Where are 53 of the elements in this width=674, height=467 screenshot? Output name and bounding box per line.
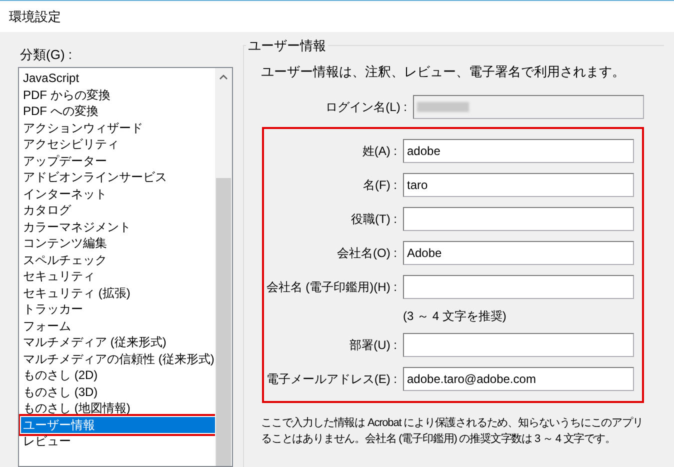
field-value: Adobe [407,245,442,262]
text-field[interactable]: adobe.taro@adobe.com [403,367,634,391]
category-item[interactable]: コンテンツ編集 [21,235,215,252]
field-label: ログイン名(L) : [326,99,407,116]
category-item[interactable]: PDF への変換 [21,103,215,120]
scrollbar[interactable] [215,68,232,466]
category-item[interactable]: スペルチェック [21,252,215,268]
description: ユーザー情報は、注釈、レビュー、電子署名で利用されます。 [261,63,626,80]
field-label: 会社名(O) : [337,245,397,262]
category-item[interactable]: JavaScript [21,70,215,86]
note-text: ここで入力した情報は Acrobat により保護されるため、知らないうちにこのアプリ [261,416,644,431]
text-field[interactable]: adobe [403,139,634,163]
category-item[interactable]: マルチメディアの信頼性 (従来形式) [21,350,215,367]
window-title: 環境設定 [9,8,61,26]
note-text: ることはありません。会社名 (電子印鑑用) の推奨文字数は 3 ～ 4 文字です。 [261,432,616,447]
field-label: 姓(A) : [362,143,397,160]
blurred-value [417,102,469,112]
category-item[interactable]: アクセシビリティ [21,136,215,152]
category-item[interactable]: ユーザー情報 [21,416,215,433]
text-field[interactable] [403,275,634,299]
category-item[interactable]: ものさし (地図情報) [21,400,215,416]
hint-text: (3 ～ 4 文字を推奨) [403,308,508,325]
text-field[interactable] [403,333,634,357]
field-label: 名(F) : [363,177,397,194]
scrollbar-thumb[interactable] [216,178,231,466]
field-value: taro [407,177,428,194]
group-title: ユーザー情報 [246,37,328,55]
category-item[interactable]: セキュリティ (拡張) [21,284,215,301]
text-field[interactable]: taro [403,173,634,197]
category-item[interactable]: アップデーター [21,152,215,169]
scroll-up-icon[interactable] [219,74,228,80]
category-item[interactable]: カタログ [21,202,215,218]
category-item[interactable]: マルチメディア (従来形式) [21,334,215,350]
category-item[interactable]: ものさし (2D) [21,367,215,384]
category-item[interactable]: アクションウィザード [21,120,215,136]
category-item[interactable]: カラーマネジメント [21,218,215,235]
field-value: adobe [407,143,440,160]
field-value: adobe.taro@adobe.com [407,371,536,388]
text-field[interactable]: Adobe [403,241,634,265]
field-label: 部署(U) : [350,337,397,354]
category-item[interactable]: インターネット [21,186,215,202]
category-item[interactable]: アドビオンラインサービス [21,169,215,186]
field-label: 電子メールアドレス(E) : [266,371,397,388]
category-item[interactable]: トラッカー [21,301,215,318]
category-label: 分類(G) : [19,46,73,64]
category-item[interactable]: レビュー [21,433,215,450]
field-label: 役職(T) : [351,211,397,228]
category-item[interactable]: ものさし (3D) [21,384,215,400]
category-item[interactable]: フォーム [21,318,215,334]
category-item[interactable]: セキュリティ [21,268,215,284]
text-field[interactable] [403,207,634,231]
category-item[interactable]: PDF からの変換 [21,86,215,103]
field-label: 会社名 (電子印鑑用)(H) : [266,279,397,296]
